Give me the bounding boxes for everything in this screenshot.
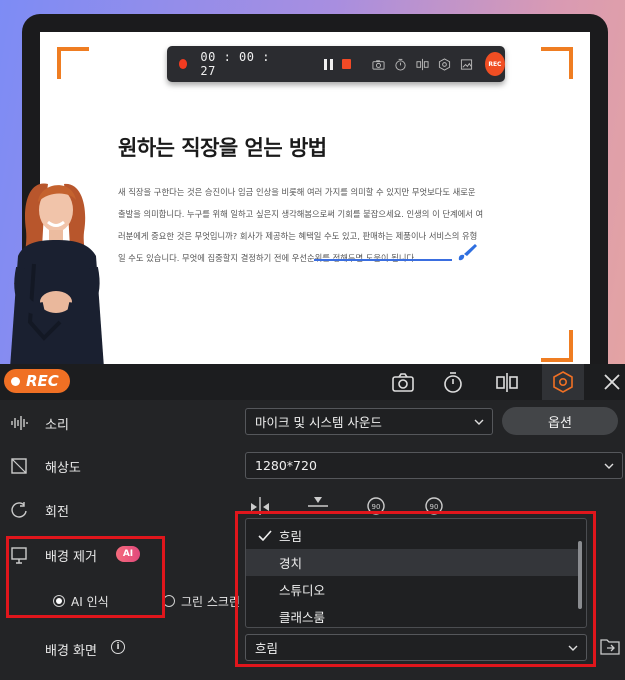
timer-icon[interactable] xyxy=(441,370,465,394)
timer-icon[interactable] xyxy=(394,58,407,71)
rotate-icon xyxy=(11,502,27,518)
split-screen-icon[interactable] xyxy=(495,370,519,394)
stop-button[interactable] xyxy=(342,59,351,69)
resolution-icon xyxy=(11,458,27,474)
green-screen-label: 그린 스크린 xyxy=(181,595,241,609)
capture-corner-bottom-right[interactable] xyxy=(541,330,573,362)
recording-toolbar: 00 : 00 : 27 REC xyxy=(167,46,505,82)
document-line: 새 직장을 구한다는 것은 승진이나 임금 인상을 비롯해 여러 가지를 의미할… xyxy=(118,187,476,197)
camera-icon[interactable] xyxy=(372,58,385,71)
document-line: 출발을 의미합니다. 누구를 위해 일하고 싶은지 생각해봄으로써 기회를 붙잡… xyxy=(118,209,484,219)
panel-top-bar: REC xyxy=(0,364,625,400)
camera-icon[interactable] xyxy=(391,370,415,394)
rec-pill-button[interactable]: REC xyxy=(4,369,70,393)
rotation-label: 회전 xyxy=(45,505,69,520)
sound-source-value: 마이크 및 시스템 사운드 xyxy=(255,415,382,430)
chevron-down-icon xyxy=(604,463,614,469)
sound-label: 소리 xyxy=(45,418,69,433)
rec-button[interactable]: REC xyxy=(484,52,505,76)
recorder-settings-panel: REC 소리 마이크 및 시스템 사운드 옵션 해상도 1280*720 회전 … xyxy=(0,364,625,680)
settings-icon[interactable] xyxy=(551,370,575,394)
rec-dot-icon xyxy=(11,376,20,386)
annotation-underline xyxy=(314,259,452,261)
bg-screen-highlight xyxy=(235,511,596,667)
options-button[interactable]: 옵션 xyxy=(502,407,618,435)
paintbrush-icon xyxy=(458,244,477,261)
recording-indicator-dot xyxy=(179,59,188,69)
chevron-down-icon xyxy=(474,419,484,425)
document-title: 원하는 직장을 얻는 방법 xyxy=(118,136,327,160)
svg-text:90: 90 xyxy=(372,503,381,511)
folder-icon[interactable] xyxy=(599,636,621,656)
info-icon[interactable]: i xyxy=(111,640,125,654)
settings-icon[interactable] xyxy=(438,57,451,71)
bg-removal-highlight xyxy=(6,536,165,618)
resolution-label: 해상도 xyxy=(45,461,81,476)
close-icon[interactable] xyxy=(600,370,624,394)
document-screen: 00 : 00 : 27 REC 원하는 직장을 얻는 방법 새 직장을 구한다… xyxy=(40,32,590,372)
pause-button[interactable] xyxy=(324,58,334,70)
capture-corner-top-left[interactable] xyxy=(57,47,89,79)
resolution-select[interactable]: 1280*720 xyxy=(245,452,623,479)
bg-screen-label: 배경 화면 xyxy=(45,644,97,659)
split-icon[interactable] xyxy=(416,58,429,71)
presenter-figure xyxy=(10,183,104,368)
sound-source-select[interactable]: 마이크 및 시스템 사운드 xyxy=(245,408,493,435)
recording-timer: 00 : 00 : 27 xyxy=(200,50,270,78)
sound-icon xyxy=(11,416,28,430)
svg-text:90: 90 xyxy=(430,503,439,511)
resolution-value: 1280*720 xyxy=(255,458,317,473)
capture-corner-top-right[interactable] xyxy=(541,47,573,79)
rec-pill-label: REC xyxy=(26,372,59,390)
screenshot-icon[interactable] xyxy=(460,58,473,71)
